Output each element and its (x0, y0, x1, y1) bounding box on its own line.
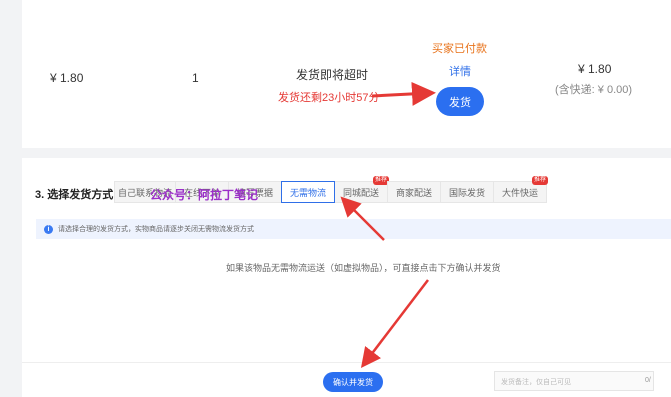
tab-label: 国际发货 (448, 187, 485, 198)
detail-link[interactable]: 详情 (449, 63, 471, 79)
info-text: 请选择合理的发货方式，实物商品请逐步关闭无需物流发货方式 (58, 226, 254, 233)
tab-same-city-delivery[interactable]: 同城配送 推荐 (334, 176, 389, 203)
recommend-badge: 推荐 (531, 176, 548, 185)
tab-merchant-delivery[interactable]: 商家配送 (387, 181, 441, 203)
shipping-fee-note: (含快递: ¥ 0.00) (555, 84, 633, 96)
order-total: ¥ 1.80 (578, 62, 612, 76)
tab-large-freight[interactable]: 大件快运 推荐 (493, 176, 548, 203)
ship-status: 发货即将超时 (296, 68, 369, 82)
tab-label: 同城配送 (342, 187, 379, 198)
section-title: 3. 选择发货方式 (35, 189, 114, 201)
watermark-text: 公众号：阿拉丁笔记 (150, 188, 259, 202)
ship-button[interactable]: 发货 (436, 87, 484, 116)
remaining-time-note: 发货还剩23小时57分 (278, 92, 380, 104)
remark-input[interactable]: 发货备注，仅自己可见 (494, 371, 654, 391)
no-logistics-message: 如果该物品无需物流运送（如虚拟物品），可直接点击下方确认并发货 (226, 263, 501, 273)
tab-label: 商家配送 (395, 187, 432, 198)
tab-no-logistics[interactable]: 无需物流 (281, 181, 335, 203)
tab-label: 无需物流 (289, 187, 326, 198)
order-status: 买家已付款 (432, 43, 487, 55)
confirm-ship-button[interactable]: 确认并发货 (323, 372, 383, 392)
tab-label: 大件快运 (501, 187, 538, 198)
quantity: 1 (192, 71, 199, 85)
unit-price: ¥ 1.80 (50, 71, 84, 85)
info-banner: i 请选择合理的发货方式，实物商品请逐步关闭无需物流发货方式 (36, 219, 671, 239)
info-icon: i (44, 224, 53, 234)
remark-char-count: 0/ (645, 377, 651, 384)
tab-international-shipping[interactable]: 国际发货 (440, 181, 494, 203)
